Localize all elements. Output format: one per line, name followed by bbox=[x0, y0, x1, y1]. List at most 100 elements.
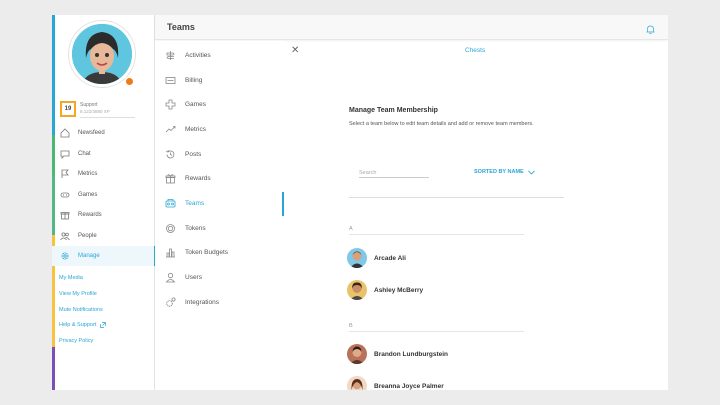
games-icon bbox=[164, 98, 176, 110]
menu-item-label: Games bbox=[185, 100, 206, 108]
privacy-policy-link[interactable]: Privacy Policy bbox=[59, 338, 93, 344]
sidebar-item-rewards[interactable]: Rewards bbox=[52, 205, 155, 225]
group-letter: B bbox=[349, 323, 353, 329]
chat-icon bbox=[59, 148, 71, 160]
group-letter: A bbox=[349, 226, 353, 232]
user-icon bbox=[164, 271, 176, 283]
section-title: Manage Team Membership bbox=[349, 107, 438, 114]
people-icon bbox=[59, 230, 71, 242]
member-name: Breanna Joyce Palmer bbox=[374, 382, 444, 390]
gear-icon bbox=[59, 250, 71, 262]
member-name: Brandon Lundburgstein bbox=[374, 350, 449, 358]
menu-item-integrations[interactable]: Integrations bbox=[155, 290, 283, 314]
integrations-icon bbox=[164, 296, 176, 308]
sidebar-item-label: Newsfeed bbox=[78, 130, 105, 136]
search-input[interactable] bbox=[359, 168, 429, 178]
menu-item-label: Activities bbox=[185, 51, 211, 59]
view-my-profile-link[interactable]: View My Profile bbox=[59, 291, 97, 297]
admin-menu: Activities Billing Games Metrics Posts R… bbox=[155, 41, 285, 390]
profile-xp: 8,122/3880 XP bbox=[80, 109, 110, 114]
group-divider bbox=[349, 234, 524, 235]
menu-item-label: Teams bbox=[185, 199, 205, 207]
tab-chests[interactable]: Chests bbox=[465, 47, 485, 54]
avatar bbox=[347, 248, 367, 268]
help-support-label: Help & Support bbox=[59, 322, 97, 328]
sidebar-item-label: Games bbox=[78, 192, 98, 198]
sidebar-item-games[interactable]: Games bbox=[52, 185, 155, 205]
menu-item-rewards[interactable]: Rewards bbox=[155, 166, 283, 190]
teams-icon bbox=[164, 197, 176, 209]
sidebar-item-label: Manage bbox=[78, 253, 100, 259]
xp-divider bbox=[80, 117, 135, 118]
help-support-link[interactable]: Help & Support bbox=[59, 322, 107, 328]
menu-item-label: Integrations bbox=[185, 298, 219, 306]
menu-item-label: Token Budgets bbox=[185, 248, 229, 256]
external-link-icon bbox=[100, 322, 107, 328]
sidebar-item-newsfeed[interactable]: Newsfeed bbox=[52, 123, 155, 143]
avatar bbox=[347, 376, 367, 390]
sidebar-item-metrics[interactable]: Metrics bbox=[52, 164, 155, 184]
app-window: 19 Support 8,122/3880 XP Newsfeed Chat M… bbox=[52, 15, 668, 390]
list-item[interactable]: Arcade Ali bbox=[347, 247, 406, 269]
list-item[interactable]: Breanna Joyce Palmer bbox=[347, 375, 444, 390]
sidebar-item-manage[interactable]: Manage bbox=[52, 246, 156, 266]
sidebar-item-label: Rewards bbox=[78, 212, 102, 218]
group-divider bbox=[349, 331, 524, 332]
sidebar-item-chat[interactable]: Chat bbox=[52, 144, 155, 164]
main-panel: ✕ Chests Manage Team Membership Select a… bbox=[285, 41, 668, 390]
menu-item-teams[interactable]: Teams bbox=[155, 191, 283, 215]
token-icon bbox=[164, 222, 176, 234]
menu-item-games[interactable]: Games bbox=[155, 92, 283, 116]
avatar-status-badge bbox=[124, 76, 135, 87]
sidebar-item-label: People bbox=[78, 233, 97, 239]
page-title: Teams bbox=[167, 22, 195, 32]
list-item[interactable]: Brandon Lundburgstein bbox=[347, 343, 448, 365]
sidebar-item-label: Chat bbox=[78, 151, 91, 157]
menu-item-tokens[interactable]: Tokens bbox=[155, 216, 283, 240]
member-name: Arcade Ali bbox=[374, 254, 406, 262]
search-divider bbox=[349, 197, 564, 198]
menu-item-users[interactable]: Users bbox=[155, 265, 283, 289]
menu-item-metrics[interactable]: Metrics bbox=[155, 117, 283, 141]
history-icon bbox=[164, 148, 176, 160]
level-badge: 19 bbox=[60, 101, 76, 117]
my-media-link[interactable]: My Media bbox=[59, 275, 83, 281]
member-name: Ashley McBerry bbox=[374, 286, 424, 294]
avatar-illustration bbox=[72, 24, 132, 84]
sidebar-stripe-purple bbox=[52, 347, 55, 390]
gift-icon bbox=[164, 172, 176, 184]
menu-item-posts[interactable]: Posts bbox=[155, 142, 283, 166]
mute-notifications-link[interactable]: Mute Notifications bbox=[59, 307, 103, 313]
billing-icon bbox=[164, 74, 176, 86]
menu-item-label: Rewards bbox=[185, 174, 211, 182]
flag-icon bbox=[59, 168, 71, 180]
bar-chart-icon bbox=[164, 246, 176, 258]
list-item[interactable]: Ashley McBerry bbox=[347, 279, 423, 301]
gamepad-icon bbox=[59, 189, 71, 201]
sidebar-stripe-blue bbox=[52, 15, 55, 135]
section-subtitle: Select a team below to edit team details… bbox=[349, 121, 534, 127]
menu-active-indicator bbox=[282, 192, 284, 216]
avatar bbox=[347, 280, 367, 300]
sort-dropdown[interactable]: SORTED BY NAME bbox=[474, 169, 535, 175]
menu-item-label: Users bbox=[185, 273, 202, 281]
close-icon[interactable]: ✕ bbox=[291, 45, 299, 56]
sidebar-item-label: Metrics bbox=[78, 171, 98, 177]
chevron-down-icon bbox=[527, 169, 535, 175]
menu-item-label: Billing bbox=[185, 76, 203, 84]
sidebar-item-people[interactable]: People bbox=[52, 226, 155, 246]
profile-name: Support bbox=[80, 102, 98, 108]
trend-icon bbox=[164, 123, 176, 135]
bell-icon[interactable] bbox=[645, 22, 656, 34]
menu-item-label: Tokens bbox=[185, 224, 206, 232]
top-header: Teams bbox=[155, 15, 668, 40]
menu-item-token-budgets[interactable]: Token Budgets bbox=[155, 240, 283, 264]
home-icon bbox=[59, 127, 71, 139]
menu-item-activities[interactable]: Activities bbox=[155, 43, 283, 67]
gift-icon bbox=[59, 209, 71, 221]
avatar bbox=[347, 344, 367, 364]
activities-icon bbox=[164, 49, 176, 61]
left-sidebar: 19 Support 8,122/3880 XP Newsfeed Chat M… bbox=[52, 15, 156, 390]
menu-item-billing[interactable]: Billing bbox=[155, 68, 283, 92]
menu-item-label: Posts bbox=[185, 150, 202, 158]
